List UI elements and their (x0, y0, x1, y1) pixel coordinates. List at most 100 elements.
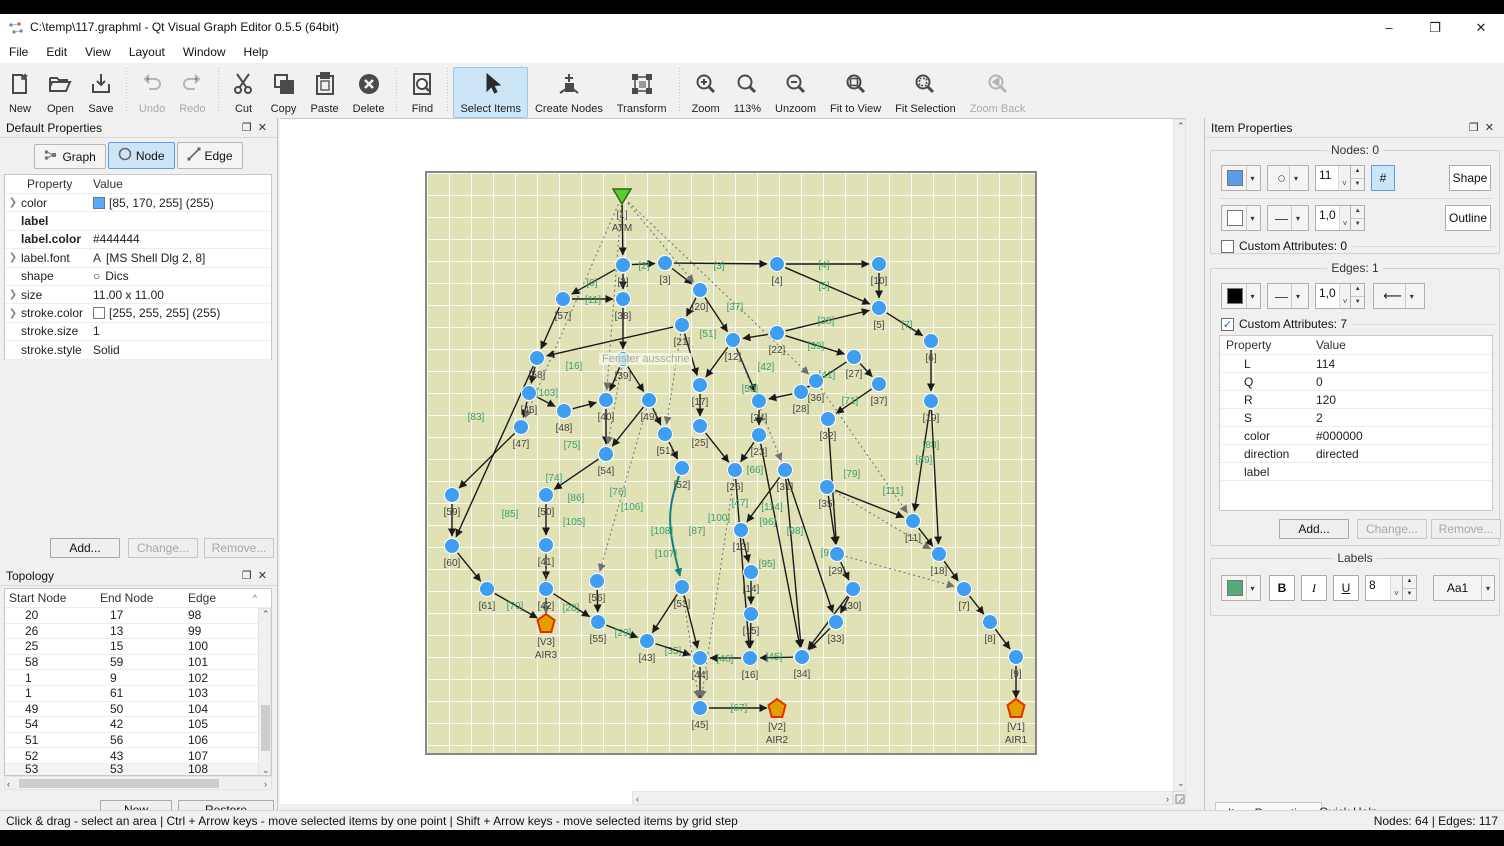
spin-up-icon[interactable]: ▲ (1351, 284, 1364, 297)
chevron-down-icon[interactable]: ▾ (1246, 206, 1259, 230)
graph-scene[interactable]: [2][3][4][5][7][9][11][38][39][41][71][8… (425, 171, 1037, 755)
graph-node[interactable] (872, 377, 887, 392)
restore-button[interactable]: ❐ (1412, 14, 1458, 42)
graph-edge[interactable] (706, 433, 729, 462)
graph-node[interactable] (693, 701, 708, 716)
italic-button[interactable]: I (1301, 575, 1327, 601)
graph-node[interactable] (726, 333, 741, 348)
graph-node-pentagon[interactable] (769, 699, 786, 717)
column-header[interactable]: Edge (188, 591, 253, 605)
graph-edge[interactable] (458, 553, 481, 581)
graph-node[interactable] (640, 634, 655, 649)
graph-edge[interactable] (525, 204, 618, 418)
chevron-down-icon[interactable]: ▾ (1291, 206, 1304, 230)
toolbar-zoom-button[interactable]: Zoom (685, 67, 727, 118)
graph-node[interactable] (983, 615, 998, 630)
topology-hscrollbar[interactable]: ‹ › (4, 776, 272, 790)
column-header[interactable]: End Node (100, 591, 188, 605)
graph-node[interactable] (872, 301, 887, 316)
toolbar-create-nodes-button[interactable]: Create Nodes (528, 67, 610, 118)
label-color-button[interactable]: ▾ (1221, 575, 1261, 601)
close-panel-icon[interactable]: ✕ (258, 570, 273, 582)
toolbar-paste-button[interactable]: Paste (304, 67, 346, 118)
graph-node[interactable] (590, 574, 605, 589)
spin-up-icon[interactable]: ▲ (1351, 166, 1364, 179)
graph-edge[interactable] (970, 596, 984, 614)
node-size-lock-button[interactable]: # (1371, 165, 1395, 191)
graph-edge[interactable] (683, 596, 698, 698)
edge-attribute-row-L[interactable]: L114 (1220, 355, 1492, 373)
graph-edge[interactable] (786, 479, 801, 647)
property-row-label.font[interactable]: ❯label.fontA[MS Shell Dlg 2, 8] (5, 249, 271, 267)
edge-width-spinner[interactable]: 1,0˅ ▲▼ (1315, 283, 1365, 309)
topology-row[interactable]: 161103 (5, 686, 271, 702)
edge-color-button[interactable]: ▾ (1221, 283, 1261, 309)
graph-node[interactable] (616, 292, 631, 307)
menu-edit[interactable]: Edit (37, 42, 76, 62)
graph-node[interactable] (821, 412, 836, 427)
chevron-down-icon[interactable]: ▾ (1289, 166, 1302, 190)
outline-width-spinner[interactable]: 1,0˅ ▲▼ (1315, 205, 1365, 231)
close-button[interactable]: ✕ (1458, 14, 1504, 42)
property-row-color[interactable]: ❯color[85, 170, 255] (255) (5, 194, 271, 212)
topology-vscrollbar[interactable]: ⌃⌄ (258, 608, 271, 776)
edge-attribute-row-Q[interactable]: Q0 (1220, 373, 1492, 391)
graph-node[interactable] (522, 386, 537, 401)
column-header[interactable]: Start Node (5, 591, 100, 605)
graph-node[interactable] (830, 547, 845, 562)
chevron-down-icon[interactable]: ▾ (1246, 166, 1259, 190)
chevron-down-icon[interactable]: ▾ (1481, 576, 1494, 600)
label-size-spinner[interactable]: 8˅ ▲▼ (1365, 575, 1417, 601)
graph-node[interactable] (693, 419, 708, 434)
graph-node[interactable] (642, 393, 657, 408)
close-panel-icon[interactable]: ✕ (1485, 122, 1500, 134)
graph-node[interactable] (591, 615, 606, 630)
scroll-right-icon[interactable]: › (264, 779, 267, 789)
spin-down-icon[interactable]: ▼ (1351, 219, 1364, 231)
outline-style-button[interactable]: —▾ (1267, 205, 1309, 231)
column-header[interactable]: Property (1220, 338, 1316, 352)
float-panel-icon[interactable]: ❐ (242, 570, 258, 582)
graph-node[interactable] (829, 615, 844, 630)
edge-attribute-row-R[interactable]: R120 (1220, 391, 1492, 409)
column-header[interactable]: Value (93, 177, 123, 191)
toolbar-open-button[interactable]: Open (40, 67, 81, 118)
topology-row[interactable]: 19102 (5, 670, 271, 686)
graph-node[interactable] (847, 350, 862, 365)
graph-node[interactable] (675, 461, 690, 476)
toolbar-cut-button[interactable]: Cut (224, 67, 264, 118)
toolbar-delete-button[interactable]: Delete (346, 67, 392, 118)
graph-node[interactable] (693, 651, 708, 666)
chevron-down-icon[interactable]: ▾ (1291, 284, 1304, 308)
graph-node[interactable] (539, 488, 554, 503)
edge-attribute-row-direction[interactable]: directiondirected (1220, 445, 1492, 463)
edge-attribute-row-label[interactable]: label (1220, 463, 1492, 481)
edge-attribute-row-S[interactable]: S2 (1220, 409, 1492, 427)
toolbar-113--button[interactable]: 113% (727, 67, 768, 118)
edge-style-button[interactable]: —▾ (1267, 283, 1309, 309)
menu-help[interactable]: Help (235, 42, 278, 62)
graph-node[interactable] (957, 582, 972, 597)
graph-node[interactable] (693, 378, 708, 393)
property-row-size[interactable]: ❯size11.00 x 11.00 (5, 286, 271, 304)
checkbox-checked-icon[interactable]: ✓ (1221, 318, 1234, 331)
graph-edge[interactable] (809, 628, 830, 649)
graph-node[interactable] (932, 547, 947, 562)
topology-row[interactable]: 4950104 (5, 702, 271, 718)
graph-node[interactable] (770, 326, 785, 341)
toolbar-transform-button[interactable]: Transform (610, 67, 674, 118)
graph-node[interactable] (906, 514, 921, 529)
menu-layout[interactable]: Layout (120, 42, 174, 62)
property-row-stroke.style[interactable]: stroke.styleSolid (5, 341, 271, 359)
menu-view[interactable]: View (76, 42, 120, 62)
graph-canvas[interactable]: [2][3][4][5][7][9][11][38][39][41][71][8… (280, 118, 1186, 804)
outline-color-button[interactable]: ▾ (1221, 205, 1261, 231)
spin-down-icon[interactable]: ▼ (1351, 179, 1364, 191)
graph-node[interactable] (752, 428, 767, 443)
expand-icon[interactable]: ❯ (5, 308, 21, 319)
graph-node[interactable] (924, 394, 939, 409)
scrollbar-thumb[interactable] (261, 705, 270, 751)
graph-node[interactable] (675, 580, 690, 595)
chevron-down-icon[interactable]: ▾ (1246, 576, 1259, 600)
topology-row[interactable]: 5442105 (5, 717, 271, 733)
